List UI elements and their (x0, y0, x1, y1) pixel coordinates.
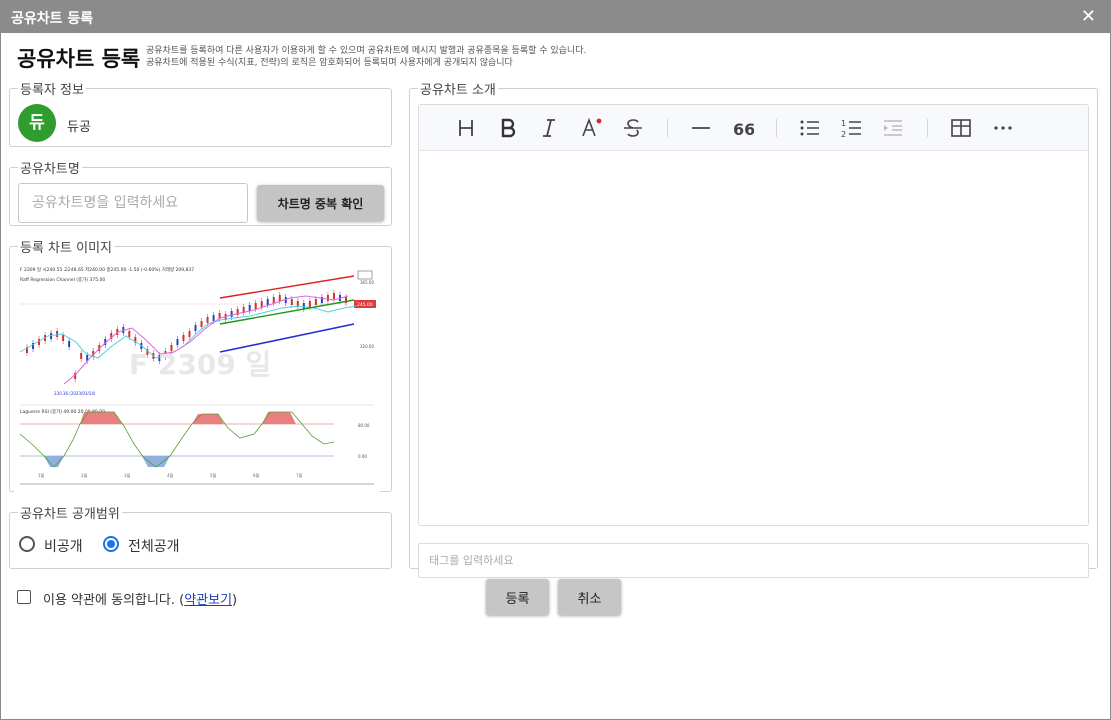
current-price-label: 245.00 (357, 302, 373, 308)
x-tick-label: 5월 (210, 472, 217, 478)
price-axis-top: 365.00 (360, 280, 374, 285)
ordered-list-icon[interactable]: 12 (840, 116, 864, 140)
page-description: 공유차트를 등록하여 다른 사용자가 이용하게 할 수 있으며 공유차트에 메시… (146, 45, 586, 69)
candle-body (308, 301, 311, 307)
toolbar-separator (776, 119, 777, 137)
chart-name-input[interactable] (18, 183, 248, 223)
agree-text: 이용 약관에 동의합니다. (약관보기) (43, 589, 237, 608)
candle-body (272, 297, 275, 303)
strikethrough-icon[interactable] (621, 116, 645, 140)
outdent-icon[interactable] (881, 116, 905, 140)
close-icon[interactable]: ✕ (1081, 6, 1096, 27)
agree-label: 이용 약관에 동의합니다. ( (43, 593, 185, 608)
candle-body (80, 353, 83, 359)
visibility-legend: 공유차트 공개범위 (20, 507, 120, 522)
candle-body (248, 305, 251, 311)
svg-text:66: 66 (733, 120, 754, 139)
cancel-button[interactable]: 취소 (558, 579, 621, 615)
intro-section: 공유차트 소개 66 12 (409, 79, 1098, 578)
page-title: 공유차트 등록 (17, 47, 141, 71)
terms-link[interactable]: 약관보기 (184, 593, 232, 608)
chart-settings-icon (357, 270, 373, 280)
candle-body (314, 299, 317, 305)
agree-suffix: ) (232, 593, 238, 608)
chart-name-legend: 공유차트명 (20, 162, 80, 177)
radio-private-label: 비공개 (44, 539, 83, 555)
dialog-titlebar: 공유차트 등록 ✕ (1, 1, 1110, 33)
check-duplicate-button[interactable]: 차트명 중복 확인 (257, 185, 384, 221)
candle-body (254, 303, 257, 309)
share-chart-dialog: 공유차트 등록 ✕ 공유차트 등록 공유차트를 등록하여 다른 사용자가 이용하… (0, 0, 1111, 720)
candle-body (176, 339, 179, 345)
bold-icon[interactable] (496, 116, 520, 140)
chart-watermark: F 2309 일 (129, 348, 271, 381)
tag-input[interactable] (418, 543, 1089, 578)
svg-text:1: 1 (841, 119, 846, 128)
chart-image-legend: 등록 차트 이미지 (20, 241, 112, 256)
rsi-axis-top: 80.00 (358, 423, 370, 428)
x-tick-label: 1월 (38, 472, 45, 478)
price-axis-mid: 320.00 (360, 344, 374, 349)
radio-private[interactable] (19, 536, 35, 552)
bullet-list-icon[interactable] (798, 116, 822, 140)
candle-body (194, 325, 197, 331)
chart-indicator-line: Raff Regression Channel (종가) 375.00 (20, 276, 105, 283)
x-tick-label: 3월 (124, 472, 131, 478)
candle-body (200, 321, 203, 327)
candle-body (266, 299, 269, 305)
candle-body (56, 331, 59, 337)
candle-body (68, 341, 71, 347)
chart-name-section: 공유차트명 차트명 중복 확인 (9, 158, 392, 226)
x-tick-label: 7월 (296, 472, 303, 478)
candle-body (278, 295, 281, 301)
candle-body (62, 335, 65, 341)
chart-image-section: 등록 차트 이미지 F 2309 일 시240.55 고248.65 저240.… (9, 237, 392, 496)
intro-editor: 66 12 (418, 104, 1089, 526)
registrant-section: 등록자 정보 듀 듀공 (9, 79, 392, 147)
intro-legend: 공유차트 소개 (420, 83, 496, 98)
candle-body (206, 317, 209, 323)
chart-thumbnail: F 2309 일 시240.55 고248.65 저240.00 종245.00… (14, 262, 380, 496)
more-icon[interactable] (991, 116, 1015, 140)
candle-body (212, 315, 215, 321)
candle-body (230, 311, 233, 317)
radio-public-label: 전체공개 (128, 539, 180, 555)
italic-icon[interactable] (537, 116, 561, 140)
candle-body (188, 331, 191, 337)
table-icon[interactable] (949, 116, 973, 140)
candle-body (260, 301, 263, 307)
description-line-2: 공유차트에 적용된 수식(지표, 전략)의 로직은 암호화되어 등록되며 사용자… (146, 58, 513, 68)
toolbar-separator (667, 119, 668, 137)
editor-toolbar: 66 12 (419, 105, 1088, 151)
svg-text:2: 2 (841, 130, 846, 139)
x-tick-label: 4월 (167, 472, 174, 478)
candle-body (332, 293, 335, 299)
editor-body[interactable] (419, 151, 1088, 525)
agree-checkbox[interactable] (17, 590, 31, 604)
candle-body (302, 303, 305, 309)
register-button[interactable]: 등록 (486, 579, 549, 615)
low-price-label: 230.36 (2023/03/14) (54, 391, 96, 396)
horizontal-rule-icon[interactable] (689, 116, 713, 140)
x-tick-label: 6월 (253, 472, 260, 478)
description-line-1: 공유차트를 등록하여 다른 사용자가 이용하게 할 수 있으며 공유차트에 메시… (146, 46, 587, 56)
toolbar-separator (927, 119, 928, 137)
candle-body (128, 331, 131, 337)
dialog-title: 공유차트 등록 (11, 11, 94, 27)
avatar: 듀 (18, 104, 56, 142)
x-tick-label: 2월 (81, 472, 88, 478)
heading-icon[interactable] (454, 116, 478, 140)
text-color-icon[interactable] (579, 116, 603, 140)
quote-icon[interactable]: 66 (730, 116, 754, 140)
registrant-name: 듀공 (67, 120, 91, 135)
registrant-legend: 등록자 정보 (20, 83, 84, 98)
chart-symbol-line: F 2309 일 시240.55 고248.65 저240.00 종245.00… (20, 266, 194, 273)
candle-body (326, 295, 329, 301)
visibility-section: 공유차트 공개범위 비공개 전체공개 (9, 503, 392, 569)
candle-body (182, 335, 185, 341)
candle-body (290, 299, 293, 305)
radio-public[interactable] (103, 536, 119, 552)
rsi-axis-bottom: 0.00 (358, 454, 367, 459)
